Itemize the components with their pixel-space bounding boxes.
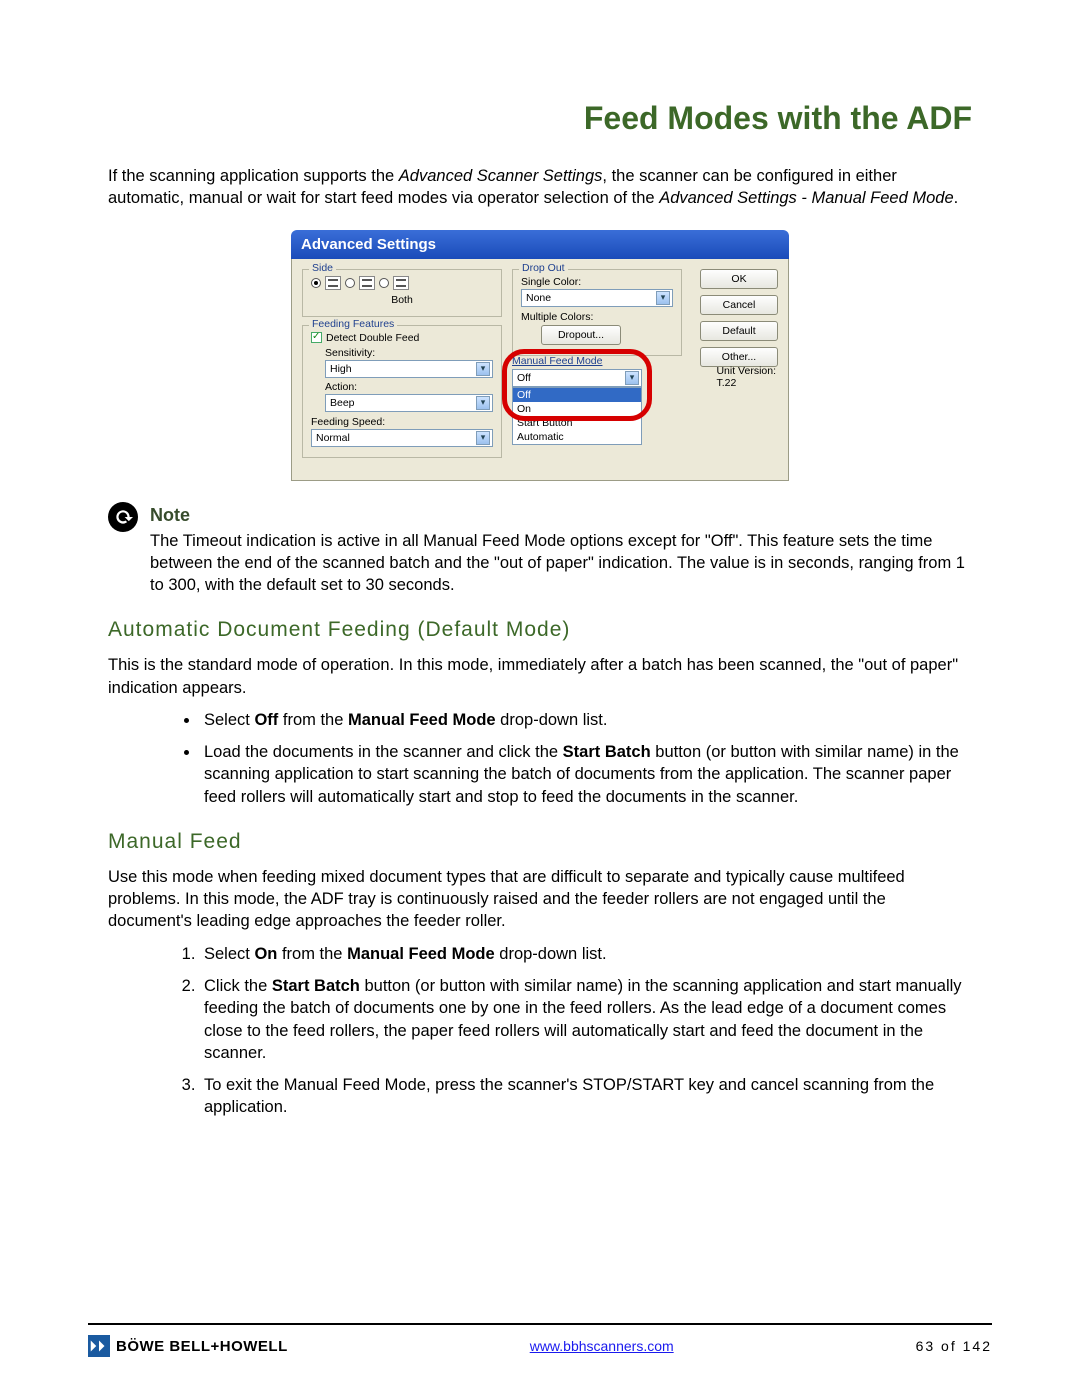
auto-bullet-2: Load the documents in the scanner and cl… xyxy=(200,741,972,808)
other-button[interactable]: Other... xyxy=(700,347,778,367)
page-footer: BÖWE BELL+HOWELL www.bbhscanners.com 63 … xyxy=(88,1323,992,1357)
ok-button[interactable]: OK xyxy=(700,269,778,289)
feeding-legend: Feeding Features xyxy=(309,318,397,330)
t: drop-down list. xyxy=(495,945,607,963)
note-heading: Note xyxy=(150,505,972,526)
dropout-legend: Drop Out xyxy=(519,262,568,274)
sensitivity-combo[interactable]: High xyxy=(325,360,493,378)
manual-step-1: Select On from the Manual Feed Mode drop… xyxy=(200,943,972,965)
mfm-selected: Off xyxy=(517,372,531,384)
single-color-label: Single Color: xyxy=(521,276,673,288)
t: from the xyxy=(277,945,347,963)
t: Off xyxy=(254,711,278,729)
mfm-option-off[interactable]: Off xyxy=(513,388,641,402)
sensitivity-label: Sensitivity: xyxy=(325,347,493,359)
unit-version-value: T.22 xyxy=(716,377,776,389)
multiple-colors-label: Multiple Colors: xyxy=(521,311,673,323)
side-group: Side Both xyxy=(302,269,502,317)
t: Start Batch xyxy=(563,743,651,761)
manual-step-2: Click the Start Batch button (or button … xyxy=(200,975,972,1064)
manual-feed-mode-combo[interactable]: Off xyxy=(512,369,642,387)
dialog-titlebar: Advanced Settings xyxy=(291,230,789,259)
action-label: Action: xyxy=(325,381,493,393)
cancel-button[interactable]: Cancel xyxy=(700,295,778,315)
manual-paragraph: Use this mode when feeding mixed documen… xyxy=(108,866,972,933)
side-radio-2[interactable] xyxy=(345,278,355,288)
manual-heading: Manual Feed xyxy=(108,830,972,854)
auto-paragraph: This is the standard mode of operation. … xyxy=(108,654,972,699)
detect-double-feed-label: Detect Double Feed xyxy=(326,332,419,344)
mfm-option-automatic[interactable]: Automatic xyxy=(513,430,641,444)
side-icon xyxy=(325,276,341,290)
feeding-speed-value: Normal xyxy=(316,432,350,444)
manual-feed-mode-options[interactable]: Off On Start Button Automatic xyxy=(512,387,642,445)
t: Manual Feed Mode xyxy=(347,945,495,963)
t: Load the documents in the scanner and cl… xyxy=(204,743,563,761)
t: On xyxy=(254,945,277,963)
single-color-combo[interactable]: None xyxy=(521,289,673,307)
auto-heading: Automatic Document Feeding (Default Mode… xyxy=(108,618,972,642)
manual-step-3: To exit the Manual Feed Mode, press the … xyxy=(200,1074,972,1119)
feeding-features-group: Feeding Features Detect Double Feed Sens… xyxy=(302,325,502,458)
single-color-value: None xyxy=(526,292,551,304)
advanced-settings-dialog: Advanced Settings Side Both xyxy=(291,230,789,481)
action-combo[interactable]: Beep xyxy=(325,394,493,412)
chevron-down-icon xyxy=(625,371,639,385)
manual-feed-mode-label: Manual Feed Mode xyxy=(512,355,642,367)
side-legend: Side xyxy=(309,262,336,274)
chevron-down-icon xyxy=(656,291,670,305)
t: Select xyxy=(204,945,254,963)
dropout-group: Drop Out Single Color: None Multiple Col… xyxy=(512,269,682,356)
auto-bullet-1: Select Off from the Manual Feed Mode dro… xyxy=(200,709,972,731)
footer-page-number: 63 of 142 xyxy=(916,1338,992,1354)
t: Click the xyxy=(204,977,272,995)
t: drop-down list. xyxy=(496,711,608,729)
side-icon xyxy=(393,276,409,290)
t: Select xyxy=(204,711,254,729)
side-icon xyxy=(359,276,375,290)
mfm-option-on[interactable]: On xyxy=(513,402,641,416)
intro-em1: Advanced Scanner Settings xyxy=(399,167,603,185)
brand-mark-icon xyxy=(88,1335,110,1357)
default-button[interactable]: Default xyxy=(700,321,778,341)
chevron-down-icon xyxy=(476,431,490,445)
intro-text-c: . xyxy=(954,189,959,207)
footer-brand: BÖWE BELL+HOWELL xyxy=(88,1335,288,1357)
sensitivity-value: High xyxy=(330,363,352,375)
chevron-down-icon xyxy=(476,362,490,376)
unit-version: Unit Version: T.22 xyxy=(716,365,776,389)
intro-em2: Advanced Settings - Manual Feed Mode xyxy=(659,189,953,207)
intro-text-a: If the scanning application supports the xyxy=(108,167,399,185)
note-body: The Timeout indication is active in all … xyxy=(150,530,972,597)
unit-version-label: Unit Version: xyxy=(716,365,776,377)
chevron-down-icon xyxy=(476,396,490,410)
footer-link[interactable]: www.bbhscanners.com xyxy=(530,1338,674,1354)
brand-plus: + xyxy=(211,1338,220,1355)
side-radio-3[interactable] xyxy=(379,278,389,288)
side-radio-1[interactable] xyxy=(311,278,321,288)
feeding-speed-combo[interactable]: Normal xyxy=(311,429,493,447)
t: Start Batch xyxy=(272,977,360,995)
action-value: Beep xyxy=(330,397,355,409)
detect-double-feed-checkbox[interactable] xyxy=(311,332,322,343)
t: from the xyxy=(278,711,348,729)
side-both-label: Both xyxy=(311,294,493,306)
t: Manual Feed Mode xyxy=(348,711,496,729)
brand-a: BÖWE BELL xyxy=(116,1338,211,1355)
intro-paragraph: If the scanning application supports the… xyxy=(108,165,972,210)
page-title: Feed Modes with the ADF xyxy=(108,100,972,137)
feeding-speed-label: Feeding Speed: xyxy=(311,416,493,428)
mfm-option-start-button[interactable]: Start Button xyxy=(513,416,641,430)
dropout-button[interactable]: Dropout... xyxy=(541,325,621,345)
note-arrow-icon xyxy=(108,502,138,532)
brand-b: HOWELL xyxy=(220,1338,288,1355)
